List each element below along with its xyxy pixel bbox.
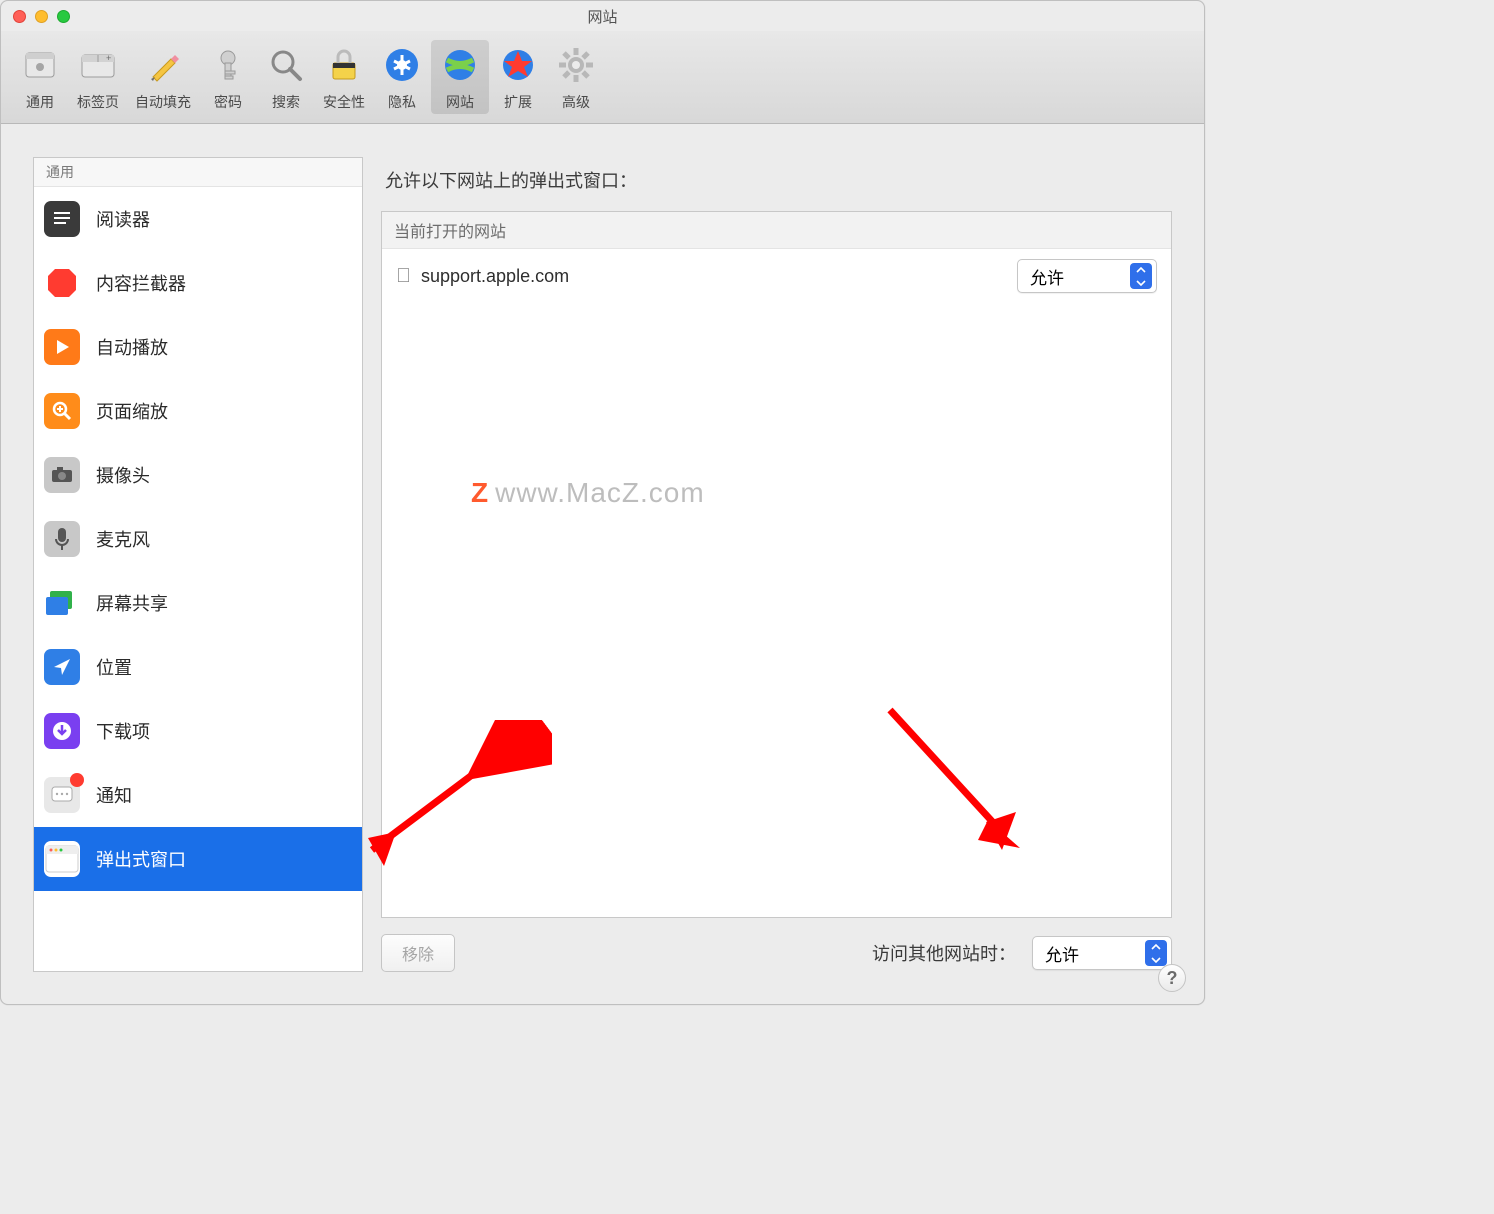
toolbar-label: 扩展 [504,92,532,112]
autoplay-icon [44,329,80,365]
sidebar-item-location[interactable]: 位置 [34,635,362,699]
general-icon [19,44,61,86]
sidebar-item-label: 页面缩放 [96,398,168,424]
camera-icon [44,457,80,493]
toolbar-general[interactable]: 通用 [11,40,69,114]
toolbar-privacy[interactable]: 隐私 [373,40,431,114]
location-icon [44,649,80,685]
search-icon [265,44,307,86]
sidebar-item-label: 内容拦截器 [96,270,186,296]
titlebar: 网站 [1,1,1204,31]
other-sites-value: 允许 [1045,941,1079,966]
security-icon [323,44,365,86]
toolbar-security[interactable]: 安全性 [315,40,373,114]
apple-icon:  [396,265,411,288]
sites-box: 当前打开的网站  support.apple.com 允许 [381,211,1172,918]
preferences-window: 网站 通用+标签页自动填充密码搜索安全性隐私网站扩展高级 通用 阅读器内容拦截器… [0,0,1205,1005]
sidebar-item-zoom[interactable]: 页面缩放 [34,379,362,443]
window-title: 网站 [11,6,1194,27]
site-permission-value: 允许 [1030,264,1064,289]
bottom-row: 移除 访问其他网站时： 允许 [381,918,1172,972]
sidebar-item-label: 通知 [96,782,132,808]
zoom-button[interactable] [57,10,70,23]
sidebar-item-label: 摄像头 [96,462,150,488]
select-stepper-icon [1145,940,1167,966]
toolbar-label: 标签页 [77,92,119,112]
toolbar-advanced[interactable]: 高级 [547,40,605,114]
content-area: 通用 阅读器内容拦截器自动播放页面缩放摄像头麦克风屏幕共享位置下载项通知弹出式窗… [33,157,1172,972]
sidebar-item-popup[interactable]: 弹出式窗口 [34,827,362,891]
remove-button[interactable]: 移除 [381,934,455,972]
downloads-icon [44,713,80,749]
advanced-icon [555,44,597,86]
blocker-icon [44,265,80,301]
sidebar-item-screenshare[interactable]: 屏幕共享 [34,571,362,635]
box-header: 当前打开的网站 [382,212,1171,249]
toolbar-label: 密码 [214,92,242,112]
sidebar-item-label: 弹出式窗口 [96,846,186,872]
select-stepper-icon [1130,263,1152,289]
sidebar-item-label: 麦克风 [96,526,150,552]
sidebar-header: 通用 [34,158,362,187]
minimize-button[interactable] [35,10,48,23]
extensions-icon [497,44,539,86]
toolbar-search[interactable]: 搜索 [257,40,315,114]
site-name: support.apple.com [421,266,1007,287]
sidebar: 通用 阅读器内容拦截器自动播放页面缩放摄像头麦克风屏幕共享位置下载项通知弹出式窗… [33,157,363,972]
sidebar-item-reader[interactable]: 阅读器 [34,187,362,251]
zoom-icon [44,393,80,429]
other-sites-label: 访问其他网站时： [872,940,1016,966]
sidebar-item-label: 屏幕共享 [96,590,168,616]
site-permission-select[interactable]: 允许 [1017,259,1157,293]
other-sites-select[interactable]: 允许 [1032,936,1172,970]
watermark: Z www.MacZ.com [471,477,705,509]
main-title: 允许以下网站上的弹出式窗口： [381,157,1172,211]
toolbar: 通用 + 标签页自动填充 密码 搜索 安全性 隐私 网站 扩展 高级 [1,31,1204,124]
close-button[interactable] [13,10,26,23]
toolbar-passwords[interactable]: 密码 [199,40,257,114]
sidebar-item-label: 位置 [96,654,132,680]
sidebar-item-notifications[interactable]: 通知 [34,763,362,827]
websites-icon [439,44,481,86]
toolbar-label: 高级 [562,92,590,112]
sidebar-item-camera[interactable]: 摄像头 [34,443,362,507]
toolbar-label: 搜索 [272,92,300,112]
toolbar-label: 安全性 [323,92,365,112]
toolbar-extensions[interactable]: 扩展 [489,40,547,114]
sites-list:  support.apple.com 允许 [382,249,1171,303]
site-row[interactable]:  support.apple.com 允许 [382,249,1171,303]
help-button[interactable]: ? [1158,964,1186,992]
toolbar-label: 网站 [446,92,474,112]
traffic-lights [13,10,70,23]
badge-dot [70,773,84,787]
popup-icon [44,841,80,877]
sidebar-item-downloads[interactable]: 下载项 [34,699,362,763]
sidebar-item-label: 阅读器 [96,206,150,232]
sidebar-item-label: 下载项 [96,718,150,744]
main-panel: 允许以下网站上的弹出式窗口： 当前打开的网站  support.apple.c… [381,157,1172,972]
passwords-icon [207,44,249,86]
mic-icon [44,521,80,557]
sidebar-item-label: 自动播放 [96,334,168,360]
toolbar-tabs[interactable]: + 标签页 [69,40,127,114]
screenshare-icon [44,585,80,621]
toolbar-autofill[interactable]: 自动填充 [127,40,199,114]
toolbar-label: 自动填充 [135,92,191,112]
toolbar-label: 通用 [26,92,54,112]
toolbar-websites[interactable]: 网站 [431,40,489,114]
svg-text:+: + [106,53,111,63]
sidebar-list: 阅读器内容拦截器自动播放页面缩放摄像头麦克风屏幕共享位置下载项通知弹出式窗口 [34,187,362,891]
sidebar-item-mic[interactable]: 麦克风 [34,507,362,571]
sidebar-item-blocker[interactable]: 内容拦截器 [34,251,362,315]
privacy-icon [381,44,423,86]
toolbar-label: 隐私 [388,92,416,112]
sidebar-item-autoplay[interactable]: 自动播放 [34,315,362,379]
tabs-icon: + [77,44,119,86]
reader-icon [44,201,80,237]
autofill-icon [142,44,184,86]
